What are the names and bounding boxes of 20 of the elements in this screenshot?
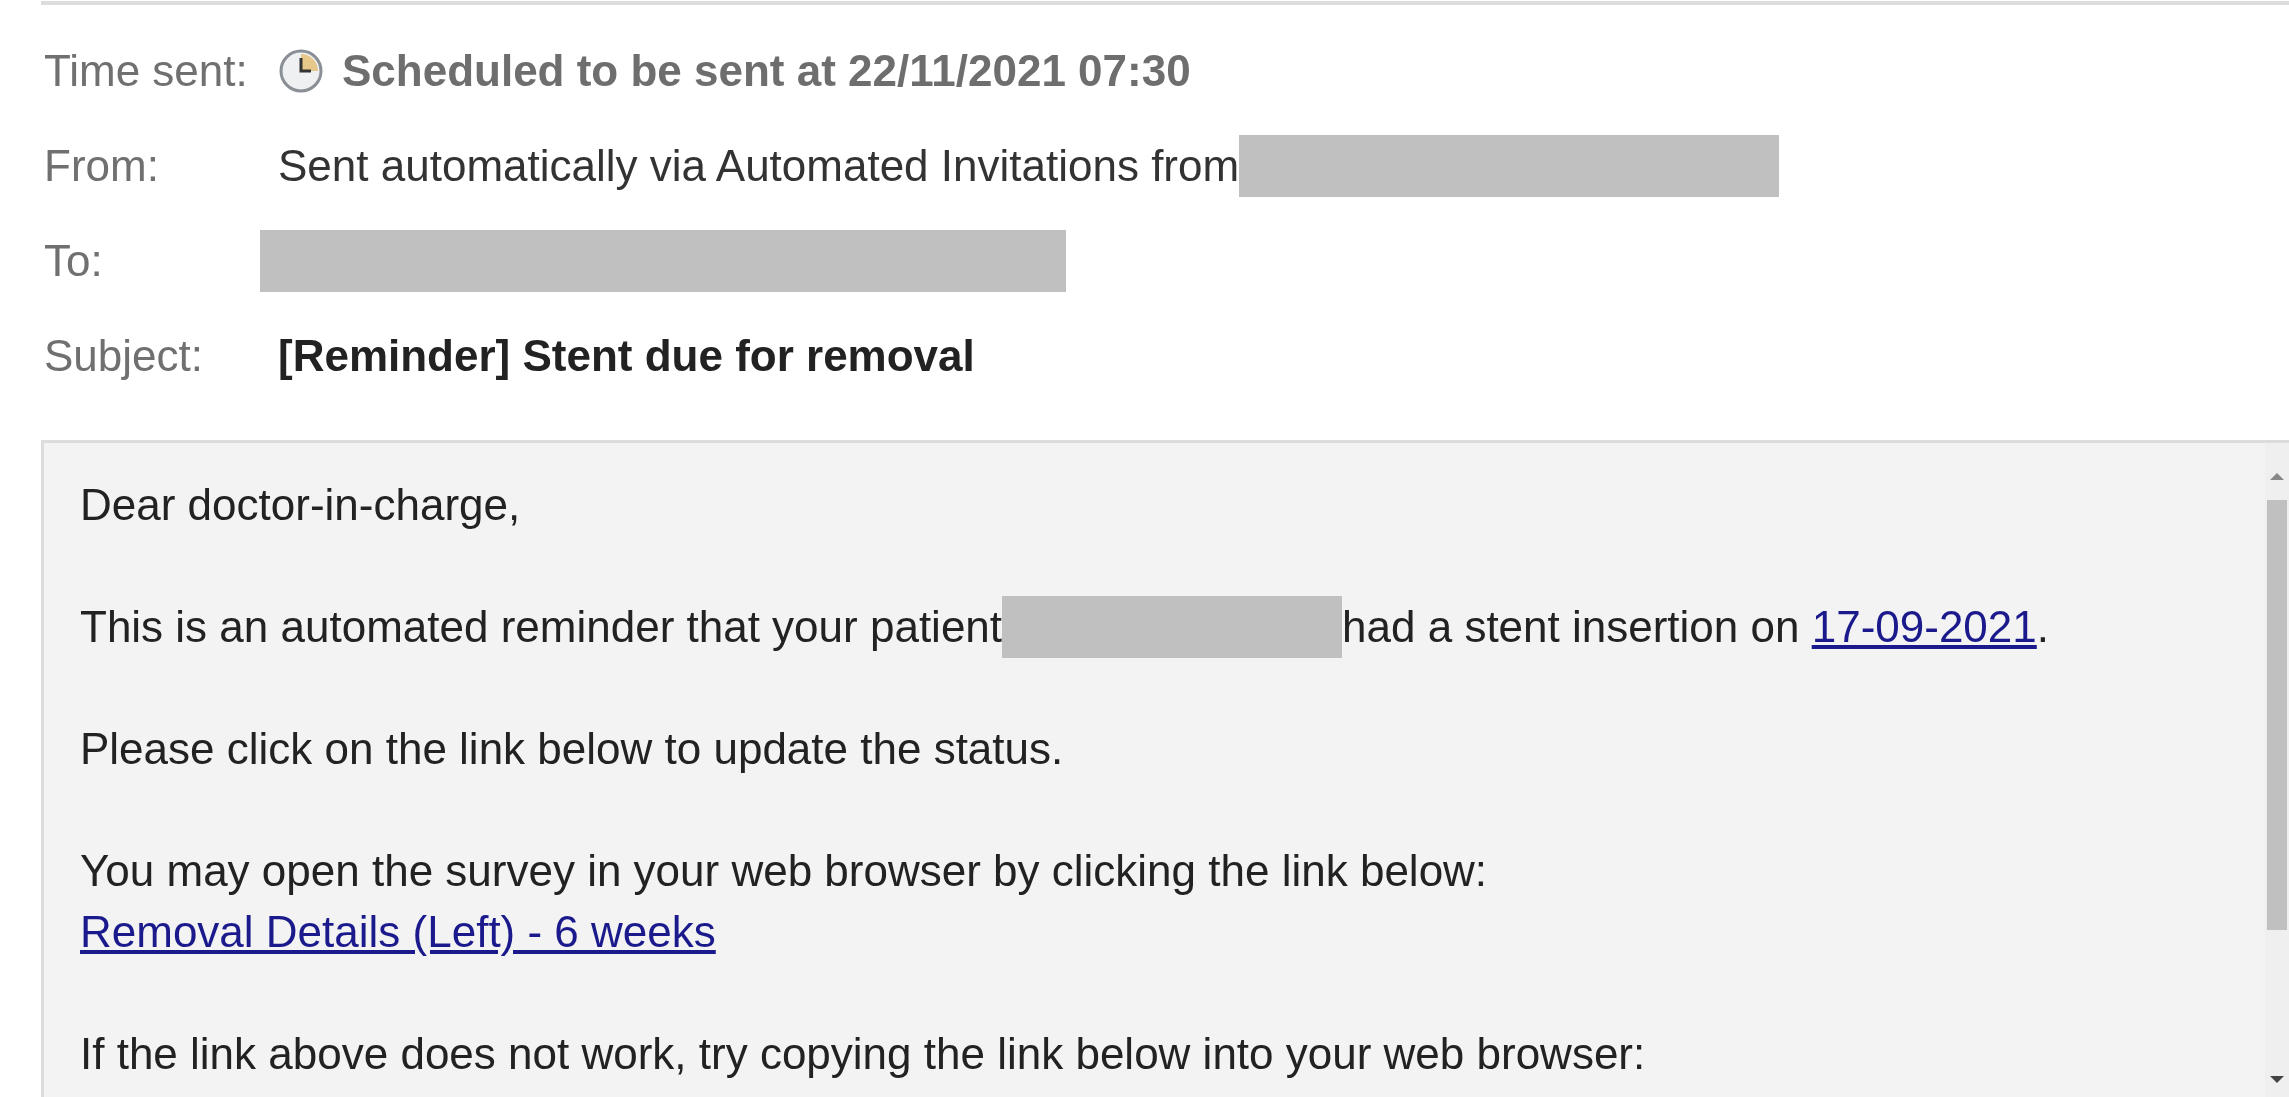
clock-icon [278, 47, 324, 94]
message-text: . [2036, 601, 2049, 653]
message-text: had a stent insertion on [1342, 601, 1801, 653]
scroll-down-icon[interactable] [2270, 1076, 2284, 1083]
field-label: Time sent: [44, 45, 249, 96]
message-text: This is an automated reminder that your patient [80, 601, 1003, 653]
field-value: Scheduled to be sent at 22/11/2021 07:30 [342, 45, 1191, 96]
scrollbar-thumb[interactable] [2267, 500, 2287, 930]
field-label: Subject: [44, 330, 204, 381]
link[interactable]: 17-09-2021 [1811, 596, 2037, 657]
field-label: To: [44, 235, 104, 286]
message-text: If the link above does not work, try copying the link below into your web browser: [80, 1028, 1646, 1080]
scroll-up-icon[interactable] [2270, 473, 2284, 480]
link[interactable]: Removal Details (Left) - 6 weeks [80, 901, 716, 962]
message-text: You may open the survey in your web browser by clicking the link below: [80, 845, 1488, 897]
message-text: Please click on the link below to update the status. [80, 723, 1064, 775]
field-value: Sent automatically via Automated Invitations from [278, 140, 1240, 191]
message-text: Dear doctor-in-charge, [80, 479, 521, 531]
subject-text: [Reminder] Stent due for removal [278, 330, 975, 381]
field-label: From: [44, 140, 160, 191]
